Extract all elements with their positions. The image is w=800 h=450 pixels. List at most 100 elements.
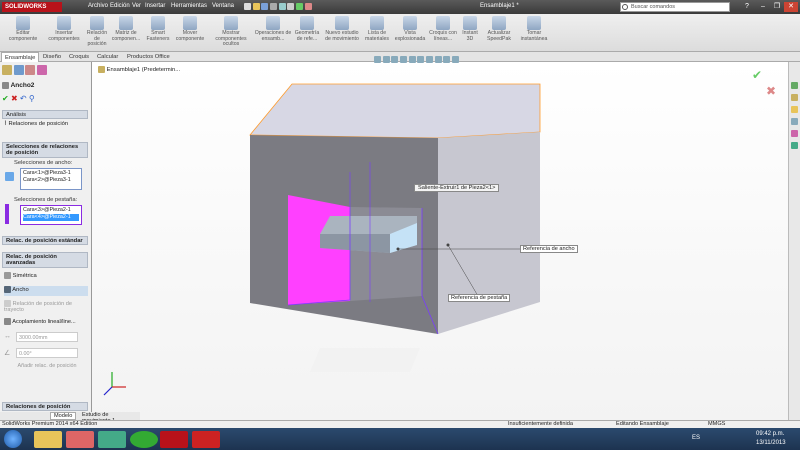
advanced-mates-header[interactable]: Relac. de posición avanzadas [2,252,88,268]
rebuild-icon[interactable] [296,3,304,10]
side-face[interactable] [438,132,540,334]
path-mate-option[interactable]: Relación de posición de trayecto [4,300,88,316]
model-canvas[interactable] [92,62,788,420]
appearances-icon[interactable] [791,130,798,137]
mates-tab[interactable]: ⌇ Relaciones de posición [2,121,88,131]
tab-diseno[interactable]: Diseño [40,52,64,62]
exploded-view-button[interactable]: Vista explosionada [394,14,426,52]
menu-herramientas[interactable]: Herramientas [171,3,207,9]
help-button[interactable]: ? [740,2,754,12]
undo-icon[interactable] [278,3,286,10]
tab-selections-list[interactable]: Cara<3>@Pieza2-1 Cara<4>@Pieza2-1 [20,205,82,225]
distance-input[interactable]: 3000.00mm [16,332,78,342]
select-icon[interactable] [287,3,295,10]
file-explorer-icon[interactable] [791,106,798,113]
list-item[interactable]: Cara<3>@Pieza2-1 [23,207,79,214]
new-icon[interactable] [244,3,251,10]
tab-model[interactable]: Modelo [50,412,77,420]
tab-ensamblaje[interactable]: Ensamblaje [1,52,40,62]
snapshot-icon [527,16,541,30]
search-input[interactable]: Buscar comandos [620,2,730,12]
edit-component-icon [16,16,30,30]
width-mate-option[interactable]: Ancho [4,286,88,296]
clock-time[interactable]: 09:42 p.m. [756,431,784,437]
ok-check-icon[interactable]: ✔ [2,94,9,103]
menu-insertar[interactable]: Insertar [145,3,165,9]
custom-properties-icon[interactable] [791,142,798,149]
list-item[interactable]: Cara<1>@Pieza3-1 [23,170,79,177]
width-selections-list[interactable]: Cara<1>@Pieza3-1 Cara<2>@Pieza3-1 [20,168,82,190]
clock-date[interactable]: 13/11/2013 [756,440,786,446]
editing-mode: Editando Ensamblaje [616,421,669,427]
menu-archivo[interactable]: Archivo [88,3,108,9]
cancel-x-icon[interactable]: ✖ [11,94,18,103]
insert-components-button[interactable]: Insertar componentes [44,14,84,52]
quick-access-toolbar[interactable] [244,3,324,11]
app-taskbar-icon[interactable] [98,431,126,448]
file-explorer-taskbar-icon[interactable] [34,431,62,448]
assembly-features-button[interactable]: Operaciones de ensamb... [254,14,292,52]
chrome-taskbar-icon[interactable] [130,431,158,448]
solidworks-logo[interactable]: SOLIDWORKS [2,2,62,12]
graphics-area[interactable]: Ensamblaje1 (Predetermin... ✔ ✖ Saliente… [92,56,788,420]
bill-of-materials-button[interactable]: Lista de materiales [362,14,392,52]
angle-input[interactable]: 0.00° [16,348,78,358]
start-button-icon[interactable] [4,430,22,448]
design-library-icon[interactable] [791,94,798,101]
linear-coupler-option[interactable]: Acoplamiento lineal/line... [4,318,88,328]
update-speedpak-button[interactable]: Actualizar SpeedPak [482,14,516,52]
list-item[interactable]: Cara<2>@Pieza3-1 [23,177,79,184]
smart-fasteners-button[interactable]: Smart Fasteners [142,14,174,52]
save-icon[interactable] [261,3,269,10]
mate-selections-header[interactable]: Selecciones de relaciones de posición [2,142,88,158]
menu-edicion[interactable]: Edición [110,3,130,9]
instant-3d-icon [463,16,477,30]
options-icon[interactable] [304,3,312,10]
solidworks-taskbar-icon[interactable] [160,431,188,448]
units-selector[interactable]: MMGS [708,421,725,427]
show-hidden-components-button[interactable]: Mostrar componentes ocultos [208,14,254,52]
add-to-folder-checkbox[interactable]: Añadir relac. de posición [12,363,82,379]
component-pattern-button[interactable]: Matriz de componen... [110,14,142,52]
analysis-tab[interactable]: Análisis [2,110,88,119]
restore-button[interactable]: ❐ [770,2,784,12]
status-bar: SolidWorks Premium 2014 x64 Edition Insu… [0,420,800,428]
tab-croquis[interactable]: Croquis [66,52,92,62]
tab-productos-office[interactable]: Productos Office [124,52,173,62]
close-button[interactable]: ✕ [784,2,798,12]
symmetric-mate-option[interactable]: Simétrica [4,272,88,282]
resources-icon[interactable] [791,82,798,89]
tab-calcular[interactable]: Calcular [94,52,121,62]
reference-geometry-button[interactable]: Geometría de refe... [292,14,322,52]
definition-status: Insuficientemente definida [508,421,573,427]
minimize-button[interactable]: – [756,2,770,12]
search-icon [622,4,628,10]
acrobat-taskbar-icon[interactable] [192,431,220,448]
explode-line-sketch-button[interactable]: Croquis con líneas... [426,14,460,52]
list-item-selected[interactable]: Cara<4>@Pieza2-1 [23,214,79,221]
mates-list-header[interactable]: Relaciones de posición [2,402,88,411]
menu-ventana[interactable]: Ventana [212,3,234,9]
config-manager-icon[interactable] [25,65,36,75]
take-snapshot-button[interactable]: Tomar instantánea [516,14,552,52]
undo-arrow-icon[interactable]: ↶ [20,94,27,103]
open-icon[interactable] [252,3,260,10]
print-icon[interactable] [270,3,278,10]
selected-tab-face[interactable] [288,195,350,305]
width-ref-point [396,247,400,251]
view-palette-icon[interactable] [791,118,798,125]
language-indicator[interactable]: ES [692,435,700,441]
media-player-taskbar-icon[interactable] [66,431,94,448]
menu-ver[interactable]: Ver [132,3,141,9]
property-manager-icon[interactable] [13,65,24,75]
instant-3d-button[interactable]: Instant 3D [460,14,480,52]
feature-tree-icon[interactable] [2,65,12,75]
edit-component-button[interactable]: Editar componente [2,14,44,52]
top-face[interactable] [249,83,541,139]
standard-mates-header[interactable]: Relac. de posición estándar [2,236,88,245]
new-motion-study-button[interactable]: Nuevo estudio de movimiento [322,14,362,52]
pin-icon[interactable]: ⚲ [29,94,35,103]
display-manager-icon[interactable] [37,65,48,75]
mate-button[interactable]: Relación de posición [84,14,110,52]
move-component-button[interactable]: Mover componente [174,14,206,52]
